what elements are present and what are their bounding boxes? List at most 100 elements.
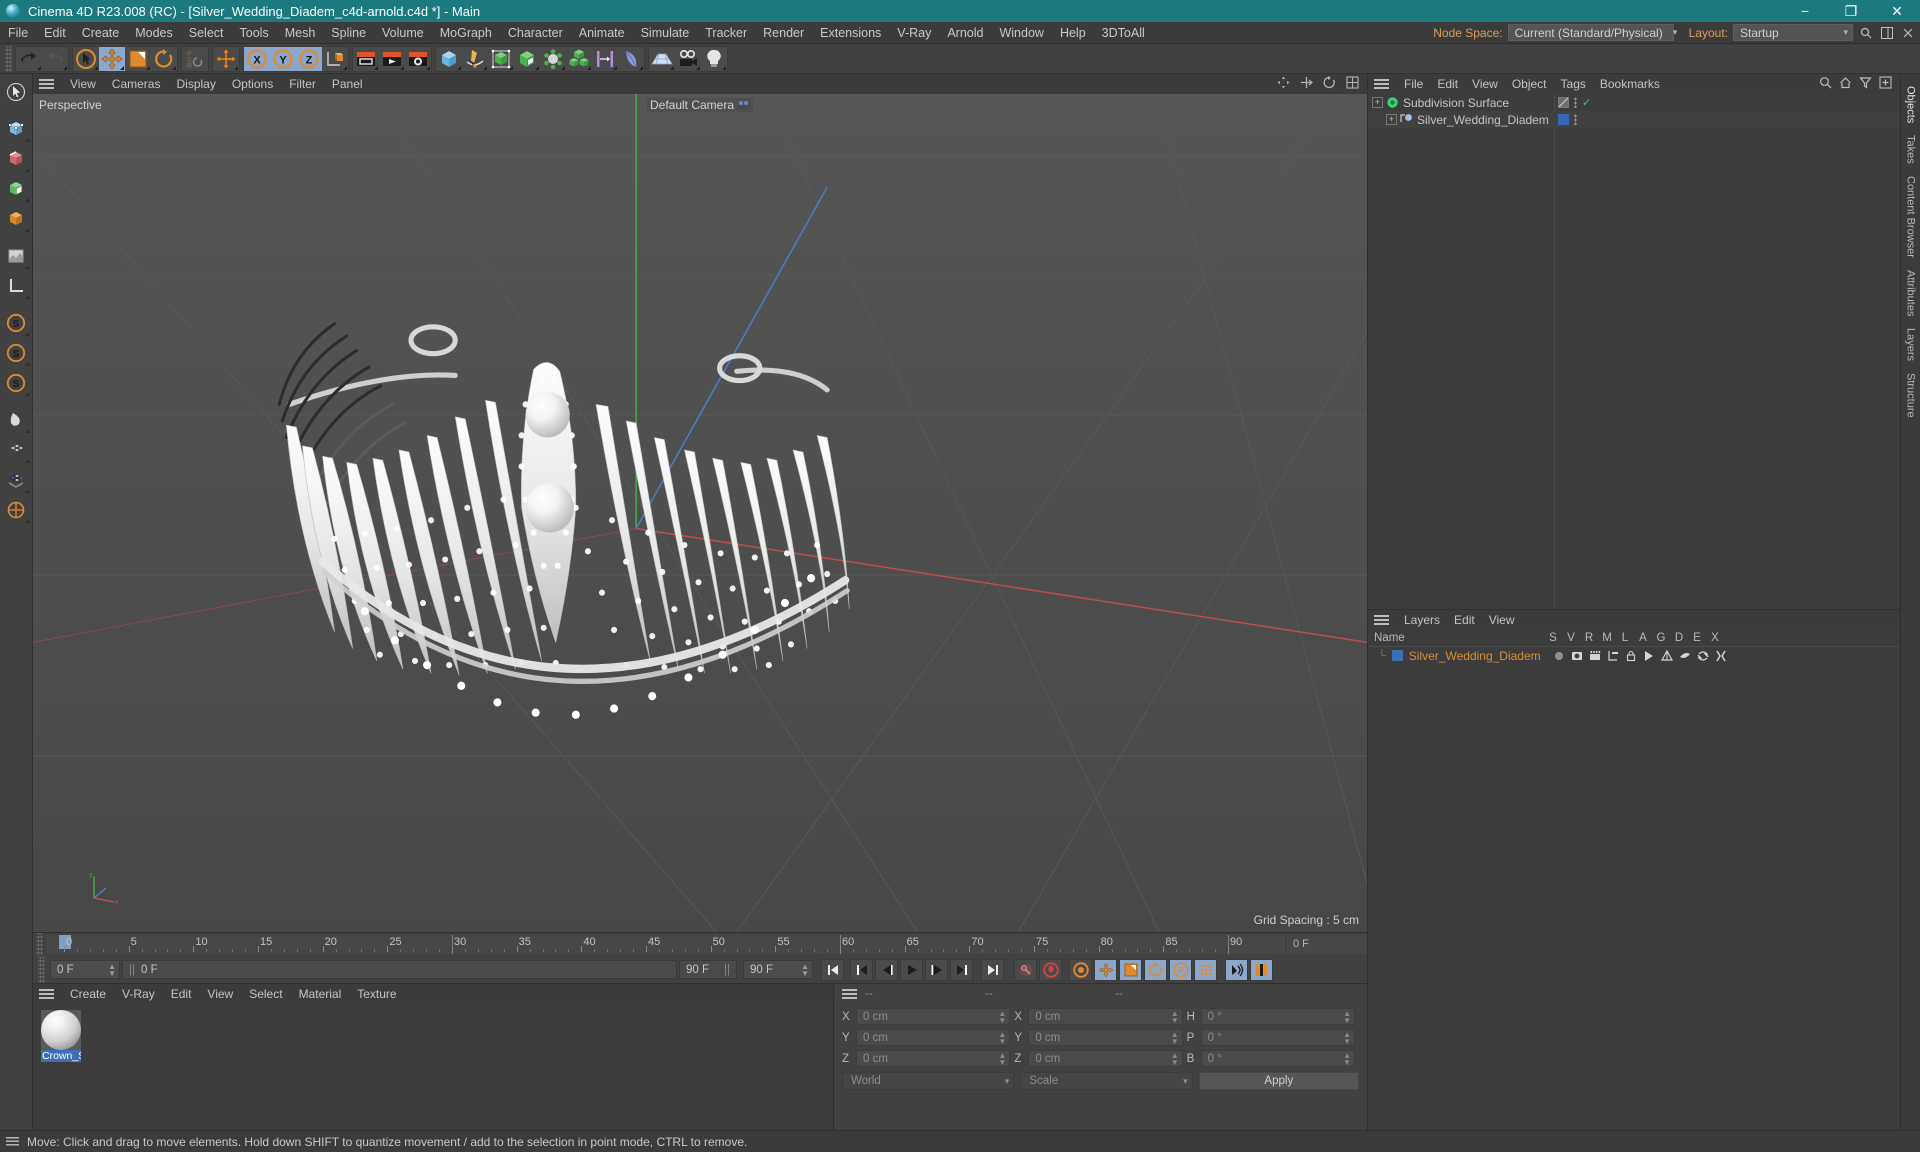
coord-field-position-x[interactable]: 0 cm ▲ ▼ (856, 1008, 1011, 1025)
rotate-view-icon[interactable] (1323, 76, 1336, 92)
menu-item-create[interactable]: Create (74, 22, 128, 44)
scale-tool[interactable] (125, 47, 151, 71)
coordinates-hamburger-icon[interactable] (842, 988, 857, 1000)
object-dots-icon[interactable] (1574, 97, 1577, 108)
add-cube[interactable] (436, 47, 462, 71)
layer-column-g[interactable]: G (1652, 632, 1670, 644)
menu-item-help[interactable]: Help (1052, 22, 1094, 44)
layer-column-e[interactable]: E (1688, 632, 1706, 644)
coord-field-rotation-h[interactable]: 0 ° ▲ ▼ (1200, 1008, 1355, 1025)
object-tag-swatch[interactable] (1558, 114, 1569, 125)
layer-hamburger-icon[interactable] (1374, 614, 1389, 626)
vertical-tab-layers[interactable]: Layers (1903, 322, 1919, 367)
menu-item-simulate[interactable]: Simulate (633, 22, 698, 44)
material-list[interactable]: Crown_S (33, 1004, 833, 1130)
material-menu-material[interactable]: Material (291, 984, 350, 1004)
viewport-hamburger-icon[interactable] (39, 78, 54, 90)
layer-menu-edit[interactable]: Edit (1447, 610, 1482, 630)
coord-field-size-z[interactable]: 0 cm ▲ ▼ (1028, 1050, 1183, 1067)
lock-y-axis[interactable]: Y (270, 46, 296, 71)
object-menu-edit[interactable]: Edit (1430, 74, 1465, 94)
record-param-button[interactable] (1194, 958, 1217, 981)
play-button[interactable] (900, 958, 923, 981)
go-to-previous-key-button[interactable] (850, 958, 873, 981)
timeline-settings-button[interactable] (1250, 958, 1273, 981)
go-to-previous-frame-button[interactable] (875, 958, 898, 981)
add-panel-icon[interactable] (1879, 76, 1892, 92)
viewport-menu-filter[interactable]: Filter (281, 74, 324, 94)
maximize-button[interactable]: ❐ (1828, 0, 1874, 22)
close-panel-icon[interactable] (1900, 25, 1916, 41)
vertical-tab-structure[interactable]: Structure (1903, 367, 1919, 424)
object-menu-tags[interactable]: Tags (1554, 74, 1593, 94)
maximize-view-icon[interactable] (1346, 76, 1359, 92)
material-menu-create[interactable]: Create (62, 984, 114, 1004)
generators-icon[interactable] (1660, 649, 1673, 662)
spinner-icon[interactable]: ▲ ▼ (1171, 1030, 1179, 1045)
record-rotation-button[interactable] (1144, 958, 1167, 981)
layer-column-v[interactable]: V (1562, 632, 1580, 644)
end-frame-display[interactable]: 90 F || (679, 960, 737, 979)
coord-field-position-z[interactable]: 0 cm ▲ ▼ (856, 1050, 1011, 1067)
coordinate-system-dropdown[interactable]: World ▾ (842, 1072, 1015, 1090)
expand-icon[interactable]: + (1372, 97, 1383, 108)
object-tree[interactable]: + Subdivision Surface ✓ + Silver_Wedding_Dia… (1368, 94, 1900, 609)
viewport-menu-view[interactable]: View (62, 74, 104, 94)
add-floor[interactable] (649, 47, 675, 71)
coord-field-rotation-p[interactable]: 0 ° ▲ ▼ (1200, 1029, 1355, 1046)
vertical-tab-attributes[interactable]: Attributes (1903, 264, 1919, 322)
coord-field-size-x[interactable]: 0 cm ▲ ▼ (1028, 1008, 1183, 1025)
checker-icon[interactable] (2, 436, 30, 464)
menu-item-render[interactable]: Render (755, 22, 812, 44)
node-space-dropdown[interactable]: Current (Standard/Physical) ▾ (1507, 24, 1677, 41)
scene-nodes[interactable] (592, 47, 618, 71)
field-object[interactable] (618, 47, 644, 71)
current-frame-field[interactable]: 0 F ▲ ▼ (50, 960, 120, 979)
status-hamburger-icon[interactable] (6, 1137, 19, 1146)
deformer[interactable] (540, 47, 566, 71)
material-menu-v-ray[interactable]: V-Ray (114, 984, 163, 1004)
layer-column-d[interactable]: D (1670, 632, 1688, 644)
apply-button[interactable]: Apply (1198, 1072, 1359, 1090)
object-menu-object[interactable]: Object (1505, 74, 1554, 94)
record-scale-button[interactable] (1119, 958, 1142, 981)
viewport-menu-panel[interactable]: Panel (324, 74, 371, 94)
solo-dot-icon[interactable] (1553, 650, 1565, 662)
lock-icon[interactable] (1625, 650, 1637, 662)
layer-list[interactable]: └ Silver_Wedding_Diadem (1368, 647, 1900, 1130)
sound-button[interactable] (1225, 958, 1248, 981)
palette-icon[interactable] (2, 466, 30, 494)
menu-item-character[interactable]: Character (500, 22, 571, 44)
render-to-picture-viewer[interactable] (379, 47, 405, 71)
object-row[interactable]: + Subdivision Surface ✓ (1368, 94, 1900, 111)
layout-dropdown[interactable]: Startup ▾ (1733, 24, 1853, 41)
search-icon[interactable] (1858, 25, 1874, 41)
menu-item-extensions[interactable]: Extensions (812, 22, 889, 44)
menu-item-3dtoall[interactable]: 3DToAll (1094, 22, 1153, 44)
perspective-viewport[interactable]: Perspective Default Camera Grid Spacing … (33, 94, 1367, 932)
go-to-next-frame-button[interactable] (925, 958, 948, 981)
record-position-button[interactable] (1094, 958, 1117, 981)
lock-z-axis[interactable]: Z (296, 46, 322, 71)
end-frame-field[interactable]: 90 F ▲ ▼ (743, 960, 813, 979)
layer-column-x[interactable]: X (1706, 632, 1724, 644)
autokeying-button[interactable] (1039, 958, 1062, 981)
record-pla-button[interactable]: P (1169, 958, 1192, 981)
layer-menu-view[interactable]: View (1482, 610, 1522, 630)
menu-item-mesh[interactable]: Mesh (277, 22, 324, 44)
transport-grip[interactable] (38, 956, 45, 983)
go-to-end-button[interactable] (981, 958, 1004, 981)
live-selection-tool[interactable] (2, 78, 30, 106)
spinner-icon[interactable]: ▲ ▼ (1343, 1009, 1351, 1024)
workplane-snap[interactable]: S (2, 369, 30, 397)
pan-view-icon[interactable] (1277, 76, 1290, 92)
menu-item-mograph[interactable]: MoGraph (432, 22, 500, 44)
menu-item-window[interactable]: Window (991, 22, 1051, 44)
material-hamburger-icon[interactable] (39, 988, 54, 1000)
layer-column-a[interactable]: A (1634, 632, 1652, 644)
spinner-icon[interactable]: ▲ ▼ (998, 1030, 1006, 1045)
vertical-tab-objects[interactable]: Objects (1903, 80, 1919, 129)
spinner-icon[interactable]: ▲ ▼ (1343, 1051, 1351, 1066)
vertical-tab-takes[interactable]: Takes (1903, 129, 1919, 170)
layer-menu-layers[interactable]: Layers (1397, 610, 1447, 630)
